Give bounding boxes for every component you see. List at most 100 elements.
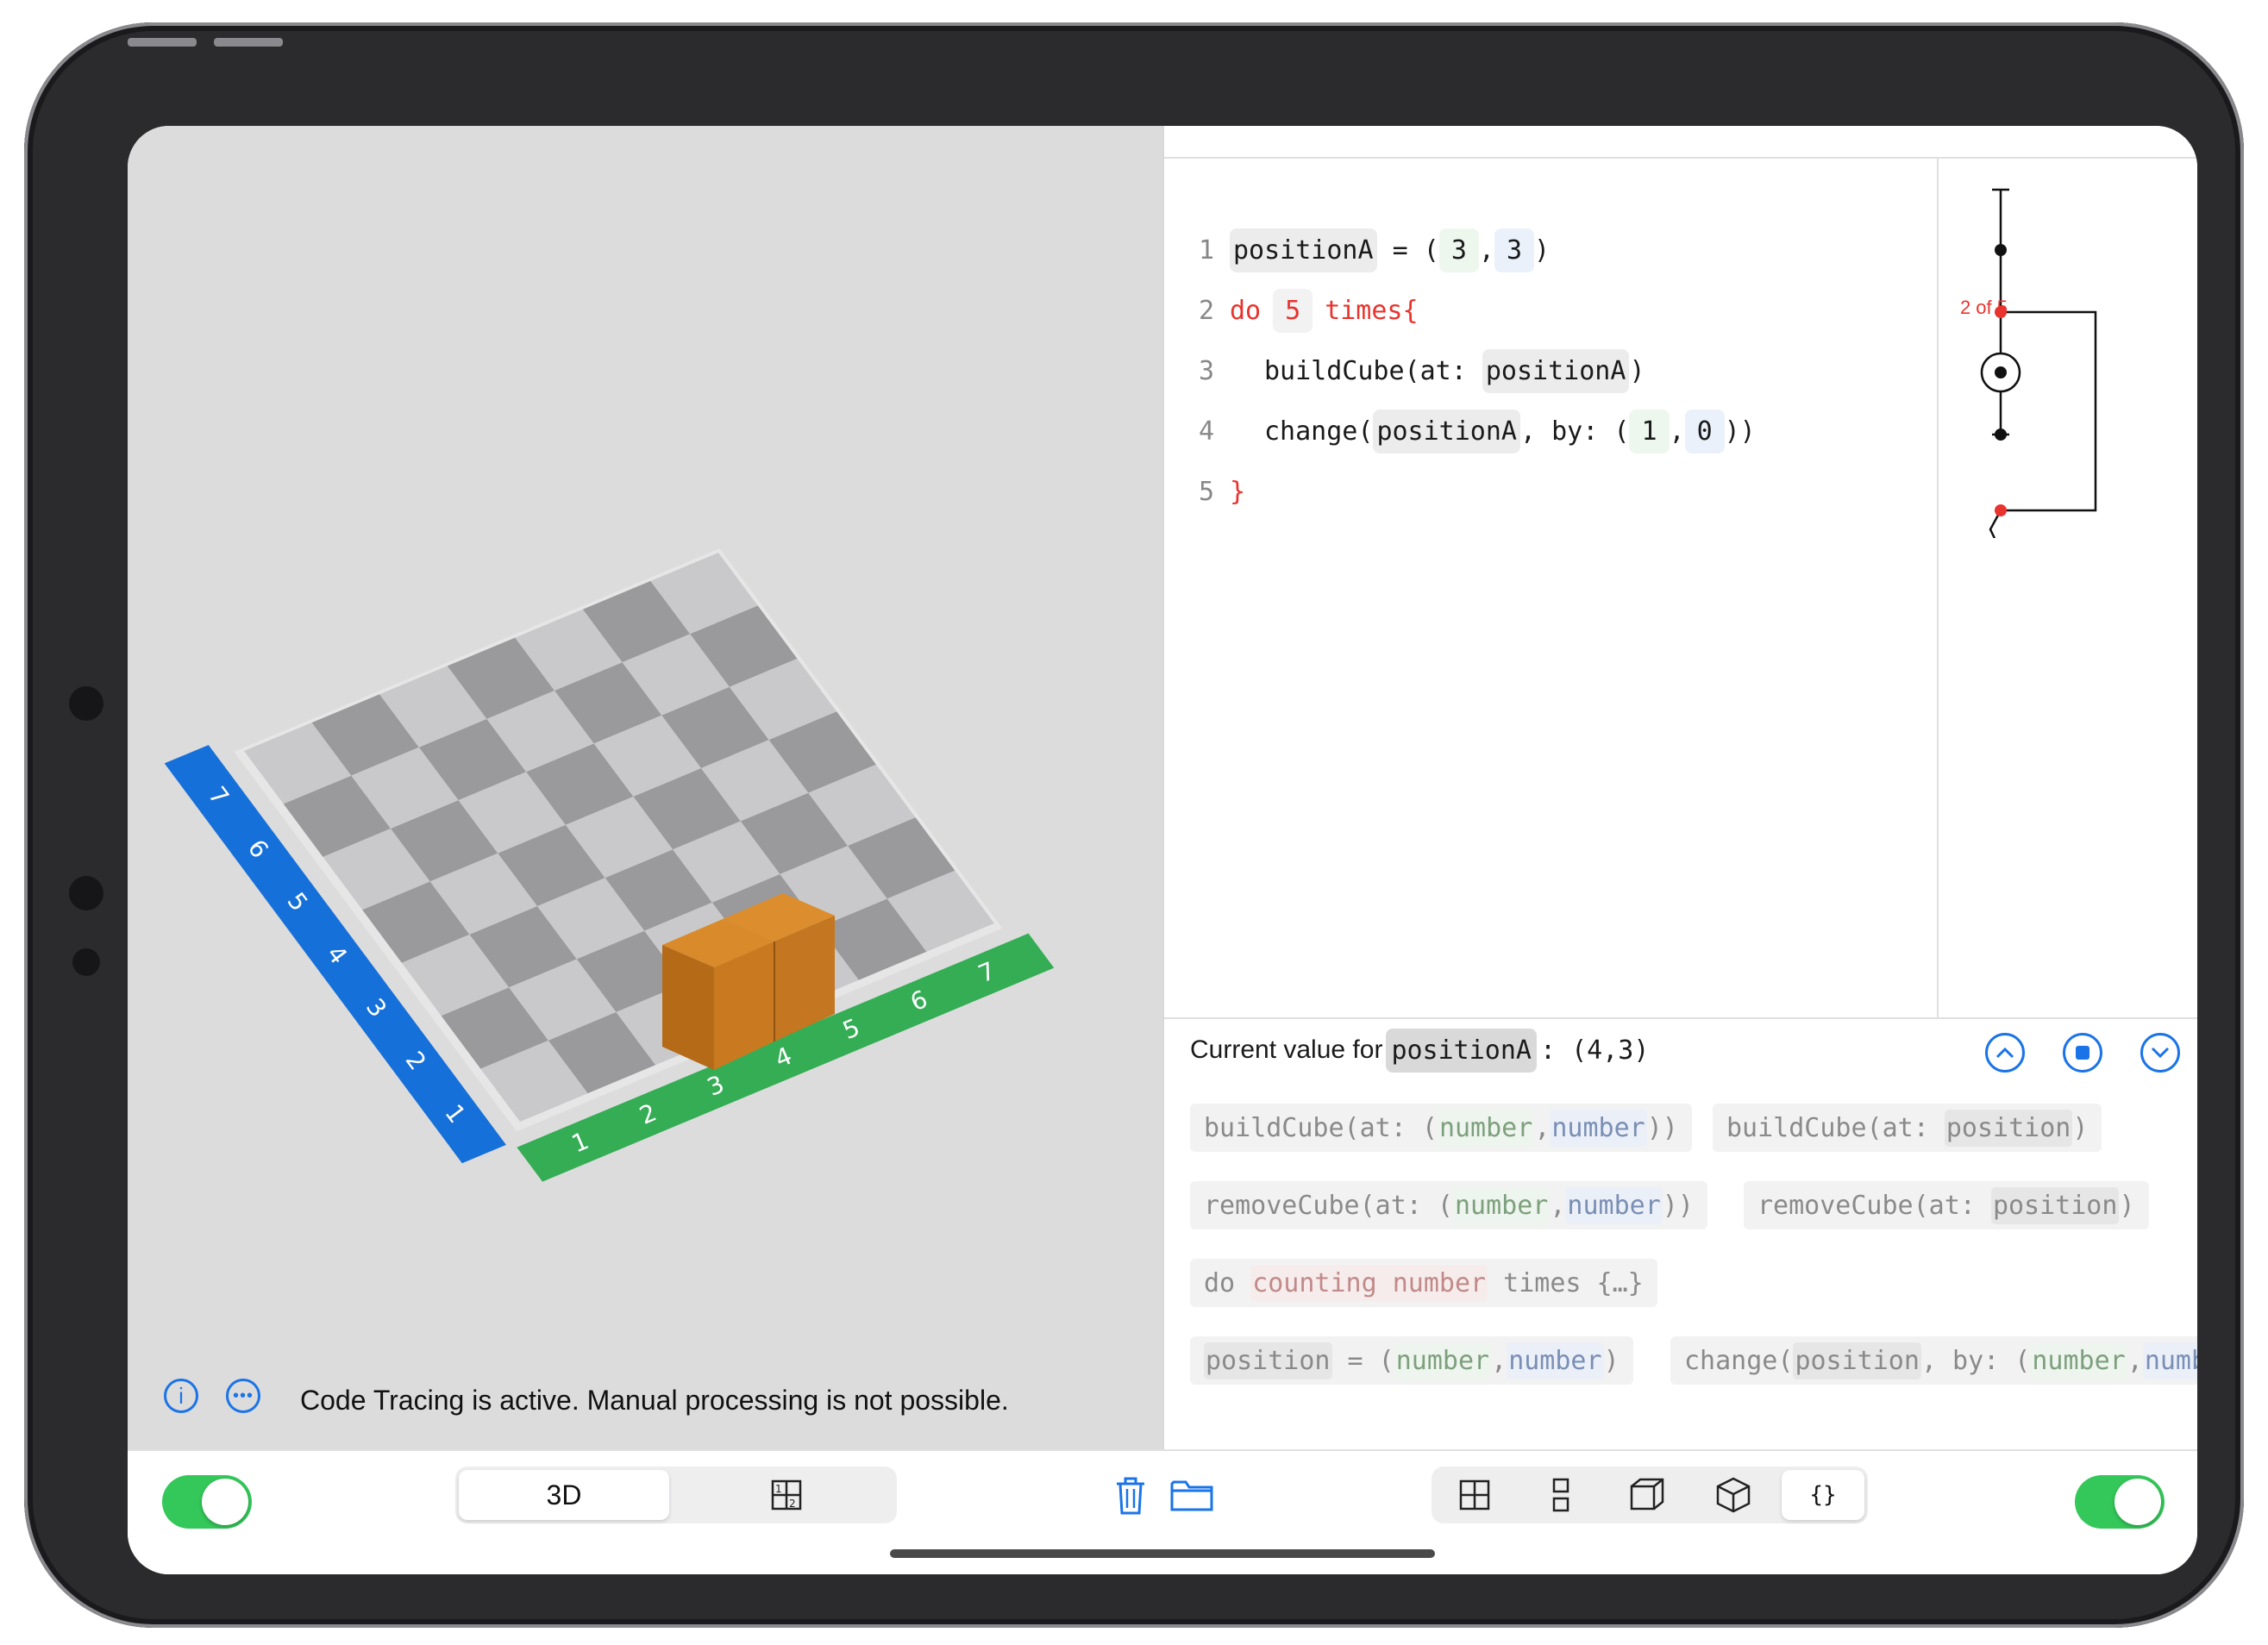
trace-iteration-label: 2 of 5 <box>1959 297 2008 318</box>
code-line-3[interactable]: 3 buildCube(at: positionA ) <box>1199 347 1645 395</box>
snippet-text: ) <box>2072 1112 2089 1143</box>
chevron-up-icon <box>1995 1047 2014 1059</box>
info-circle-icon[interactable]: i <box>164 1379 198 1413</box>
line-number: 5 <box>1199 476 1215 507</box>
segment-3d[interactable]: 3D <box>459 1470 669 1520</box>
snippet-placeholder: position <box>1204 1342 1332 1379</box>
mode-stack[interactable] <box>1518 1467 1604 1523</box>
snippet-placeholder: number <box>2030 1342 2127 1379</box>
stop-trace-button[interactable] <box>2063 1033 2102 1073</box>
snippet-placeholder: position <box>1990 1186 2120 1224</box>
snippet-text: , <box>2127 1345 2143 1376</box>
code-line-2[interactable]: 2 do 5 times{ <box>1199 286 1419 335</box>
camera-sensor <box>72 948 100 976</box>
step-up-button[interactable] <box>1985 1033 2025 1073</box>
snippet-text: )) <box>1646 1112 1678 1143</box>
code-text: = ( <box>1376 235 1439 266</box>
toggle-knob <box>202 1479 248 1525</box>
code-text: ) <box>1629 355 1645 386</box>
loop-keyword: times{ <box>1325 295 1419 326</box>
mode-grid[interactable] <box>1432 1467 1518 1523</box>
snippet-placeholder: number <box>1437 1109 1535 1147</box>
status-message: Code Tracing is active. Manual processin… <box>300 1385 1009 1416</box>
app-screen: 12345677654321 1 positionA = ( 3 , 3 ) 2… <box>128 126 2197 1574</box>
code-line-5[interactable]: 5 } <box>1199 467 1245 516</box>
code-text: buildCube(at: <box>1264 355 1482 386</box>
snippet-text: ) <box>2119 1190 2135 1221</box>
mode-cube[interactable] <box>1690 1467 1776 1523</box>
variable-chip[interactable]: positionA <box>1482 348 1630 393</box>
code-text: )) <box>1724 416 1756 447</box>
snippet-placeholder: number <box>1394 1342 1492 1379</box>
snippet-placeholder: number <box>1507 1342 1604 1379</box>
current-value-prefix: Current value for <box>1190 1035 1383 1064</box>
hardware-button <box>214 38 283 47</box>
snippet-text: , <box>1491 1345 1507 1376</box>
snippet-text: change( <box>1684 1345 1794 1376</box>
trace-flow-diagram <box>1980 188 2097 538</box>
scene-3d-view[interactable]: 12345677654321 <box>128 126 1162 1449</box>
camera-sensor <box>69 876 103 910</box>
snippet-buildcube-position[interactable]: buildCube(at: position) <box>1713 1104 2102 1152</box>
snippet-placeholder: numbe <box>2142 1342 2197 1379</box>
svg-text:2: 2 <box>789 1498 796 1510</box>
home-indicator <box>890 1549 1435 1558</box>
grid-plan-icon <box>1459 1479 1490 1511</box>
y-value-chip[interactable]: 3 <box>1494 228 1534 272</box>
ellipsis-circle-icon[interactable]: ••• <box>226 1379 260 1413</box>
segment-grid[interactable]: 21 <box>676 1467 897 1523</box>
stop-icon <box>2076 1046 2089 1060</box>
loop-end-brace: } <box>1230 476 1246 507</box>
ipad-frame: 12345677654321 1 positionA = ( 3 , 3 ) 2… <box>24 22 2244 1628</box>
code-text: , <box>1669 416 1685 447</box>
variable-chip[interactable]: positionA <box>1373 409 1520 453</box>
snippet-removecube-numbers[interactable]: removeCube(at: (number, number)) <box>1190 1181 1707 1229</box>
box-icon <box>1630 1478 1664 1511</box>
camera-sensor <box>69 686 103 721</box>
current-value: : (4,3) <box>1540 1035 1650 1066</box>
step-down-button[interactable] <box>2140 1033 2180 1073</box>
x-value-chip[interactable]: 1 <box>1629 409 1670 453</box>
snippet-placeholder: position <box>1944 1109 2073 1147</box>
trace-node-3 <box>1995 366 2007 378</box>
trash-icon <box>1117 1477 1144 1515</box>
divider <box>1164 1017 2197 1019</box>
line-number: 1 <box>1199 235 1215 266</box>
code-text: change( <box>1264 416 1374 447</box>
snippet-buildcube-numbers[interactable]: buildCube(at: (number, number)) <box>1190 1104 1692 1152</box>
code-line-4[interactable]: 4 change( positionA , by: ( 1 , 0 )) <box>1199 407 1756 455</box>
current-variable-chip: positionA <box>1386 1028 1537 1073</box>
cube-icon <box>1716 1477 1751 1513</box>
left-toggle-switch[interactable] <box>162 1475 252 1529</box>
variable-chip[interactable]: positionA <box>1230 228 1377 272</box>
open-folder-button[interactable] <box>1166 1470 1218 1522</box>
snippet-text: )) <box>1662 1190 1694 1221</box>
delete-button[interactable] <box>1109 1470 1152 1522</box>
snippet-placeholder: number <box>1550 1109 1647 1147</box>
snippet-text: , <box>1534 1112 1551 1143</box>
snippet-text: removeCube(at: <box>1757 1190 1991 1221</box>
view-mode-segmented-control: 3D 21 <box>455 1467 897 1523</box>
snippet-removecube-position[interactable]: removeCube(at: position) <box>1744 1181 2149 1229</box>
trace-node-4 <box>1995 428 2007 441</box>
x-value-chip[interactable]: 3 <box>1438 228 1479 272</box>
snippet-placeholder: number <box>1565 1186 1663 1224</box>
mode-code[interactable]: {} <box>1782 1470 1864 1520</box>
editor-mode-segmented-control: {} <box>1432 1467 1868 1523</box>
snippet-text: times {…} <box>1488 1267 1644 1298</box>
loop-count-chip[interactable]: 5 <box>1273 288 1313 333</box>
snippet-change[interactable]: change(position, by: (number,numbe <box>1670 1336 2197 1385</box>
trace-node-1 <box>1995 244 2007 256</box>
snippet-text: buildCube(at: <box>1726 1112 1945 1143</box>
mode-box[interactable] <box>1604 1467 1690 1523</box>
scene-canvas: 12345677654321 <box>164 548 1055 1182</box>
right-toggle-switch[interactable] <box>2075 1475 2165 1529</box>
snippet-do-times[interactable]: do counting number times {…} <box>1190 1259 1657 1307</box>
code-line-1[interactable]: 1 positionA = ( 3 , 3 ) <box>1199 226 1550 274</box>
y-value-chip[interactable]: 0 <box>1684 409 1725 453</box>
code-text: , <box>1478 235 1494 266</box>
grid-plan-icon: 21 <box>771 1479 802 1511</box>
current-value-row: Current value for positionA : (4,3) <box>1190 1024 1649 1076</box>
snippet-position-assign[interactable]: position = (number, number) <box>1190 1336 1633 1385</box>
snippet-placeholder: number <box>1452 1186 1551 1224</box>
